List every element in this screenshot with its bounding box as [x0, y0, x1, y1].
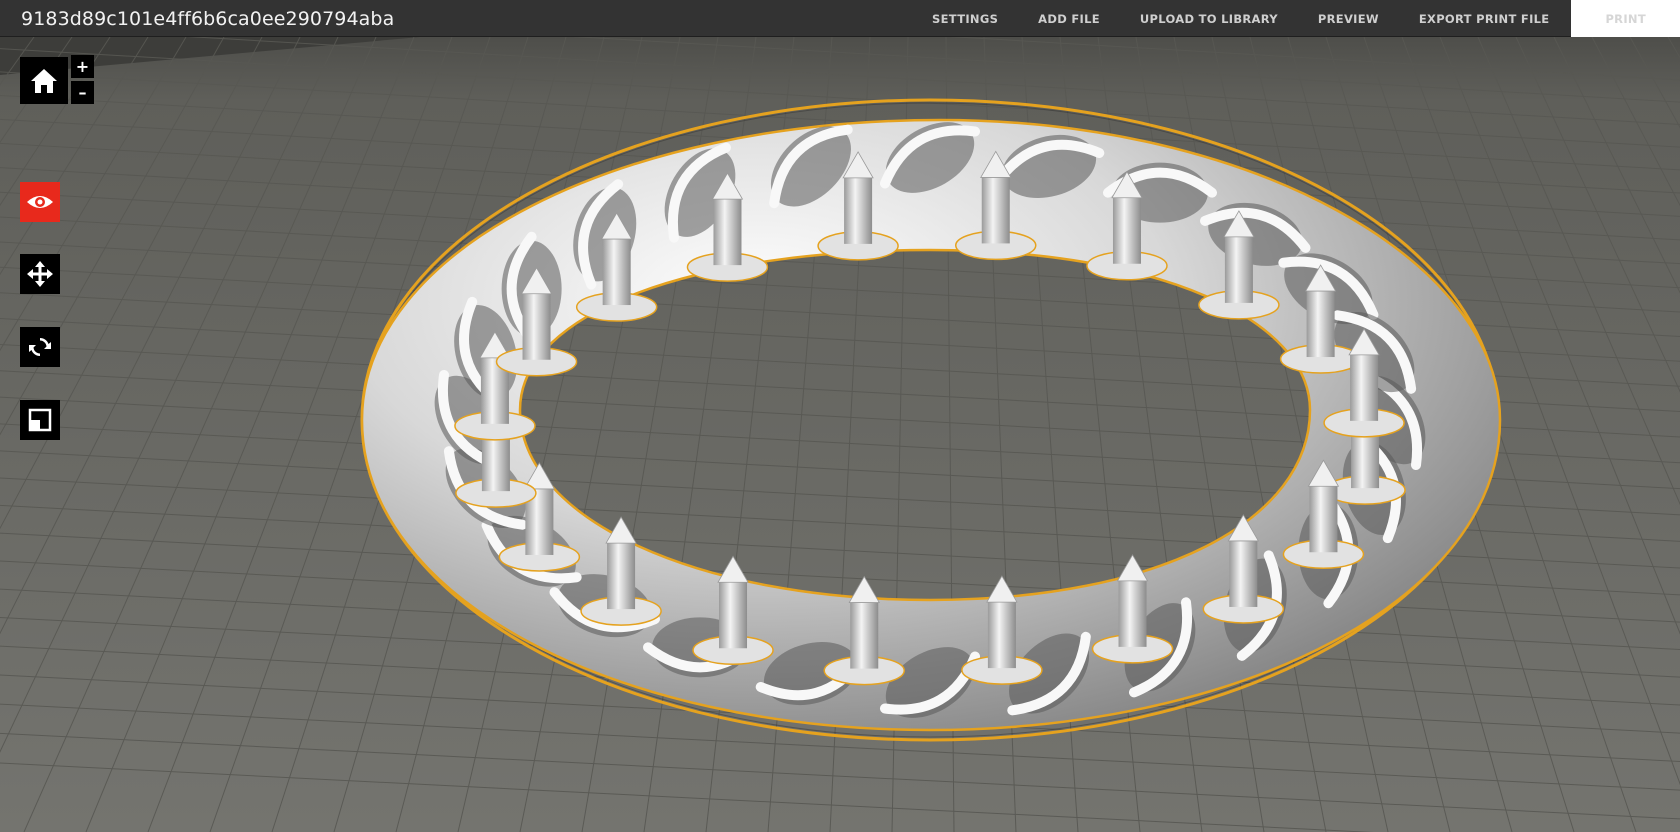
- add-file-button[interactable]: ADD FILE: [1018, 0, 1120, 37]
- zoom-out-button[interactable]: –: [71, 81, 94, 104]
- rotate-tool-button[interactable]: [20, 327, 60, 367]
- support-column: [981, 177, 1010, 244]
- home-view-button[interactable]: [20, 57, 68, 104]
- support-column: [719, 582, 748, 649]
- top-bar: 9183d89c101e4ff6b6ca0ee290794aba SETTING…: [0, 0, 1680, 37]
- support-column: [850, 602, 879, 669]
- support-column: [1118, 580, 1147, 647]
- support-column: [1350, 354, 1379, 421]
- top-nav: SETTINGS ADD FILE UPLOAD TO LIBRARY PREV…: [912, 0, 1680, 37]
- support-column: [987, 602, 1016, 669]
- print-button[interactable]: PRINT: [1571, 0, 1680, 37]
- upload-to-library-button[interactable]: UPLOAD TO LIBRARY: [1120, 0, 1298, 37]
- support-column: [844, 177, 873, 244]
- support-column: [602, 239, 631, 306]
- rotate-icon: [29, 338, 51, 356]
- home-icon: [31, 68, 57, 93]
- support-column: [1306, 291, 1335, 358]
- view-tool-button[interactable]: [20, 182, 60, 222]
- scale-tool-button[interactable]: [20, 400, 60, 440]
- export-print-file-button[interactable]: EXPORT PRINT FILE: [1399, 0, 1570, 37]
- support-column: [1224, 236, 1253, 303]
- support-column: [1112, 197, 1141, 264]
- support-column: [713, 199, 742, 266]
- move-icon: [27, 261, 53, 287]
- support-column: [1229, 540, 1258, 607]
- support-column: [1309, 486, 1338, 553]
- scale-icon: [28, 408, 52, 432]
- support-column: [522, 293, 551, 360]
- preview-button[interactable]: PREVIEW: [1298, 0, 1399, 37]
- settings-button[interactable]: SETTINGS: [912, 0, 1018, 37]
- build-plate-scene: [0, 37, 1680, 832]
- file-name-title: 9183d89c101e4ff6b6ca0ee290794aba: [21, 8, 395, 30]
- 3d-viewport[interactable]: + –: [0, 37, 1680, 832]
- move-tool-button[interactable]: [20, 254, 60, 294]
- zoom-in-button[interactable]: +: [71, 55, 94, 78]
- eye-icon: [27, 196, 53, 208]
- support-column: [607, 543, 636, 610]
